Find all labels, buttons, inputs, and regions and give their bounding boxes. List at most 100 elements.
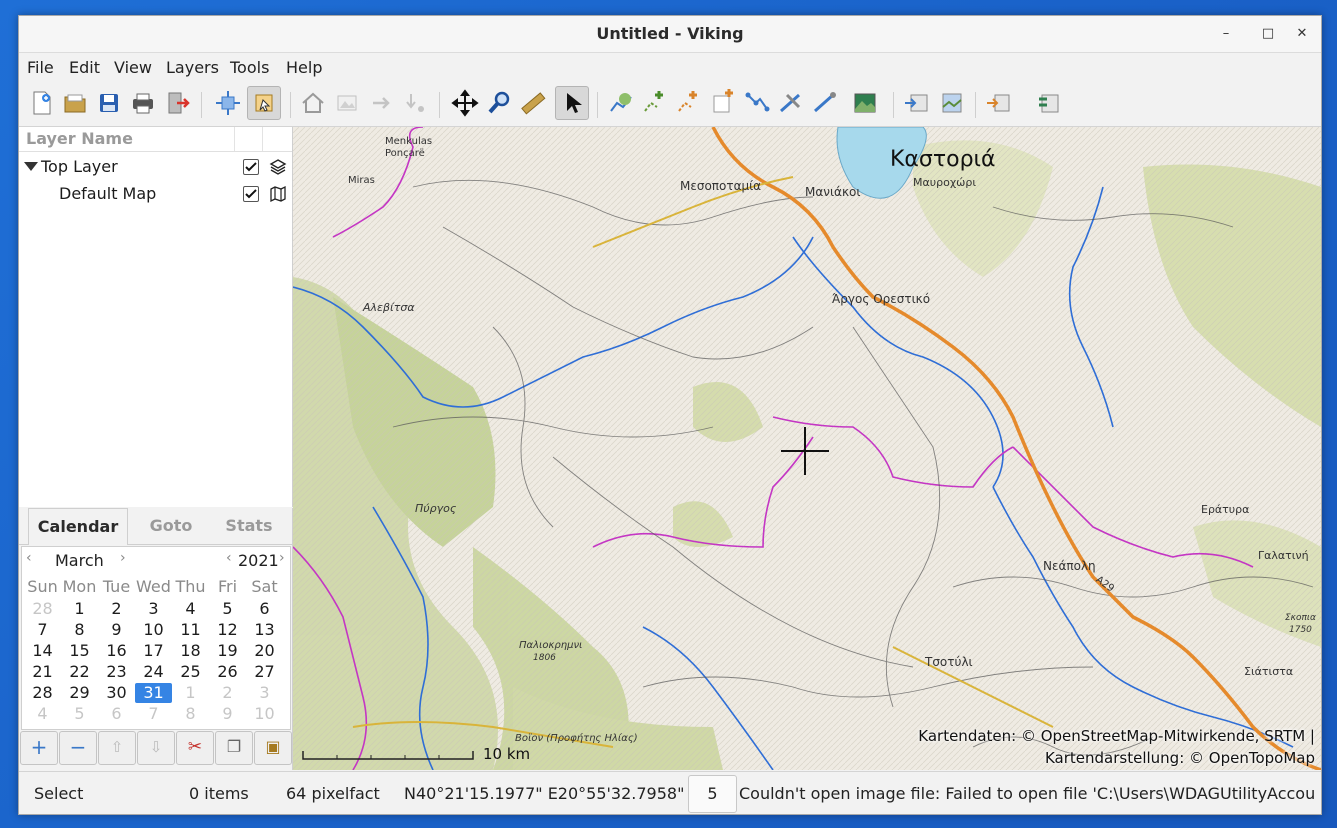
print-icon[interactable] — [127, 87, 159, 119]
calendar-day[interactable]: 8 — [61, 620, 98, 640]
calendar-day[interactable]: 14 — [24, 641, 61, 661]
calendar-day[interactable]: 10 — [246, 704, 283, 724]
create-waypoint-icon[interactable] — [673, 87, 705, 119]
terrain-icon[interactable] — [331, 87, 363, 119]
calendar-day[interactable]: 3 — [246, 683, 283, 703]
prev-year-icon[interactable]: ‹ — [226, 550, 232, 566]
layers-header[interactable]: Layer Name — [19, 127, 292, 152]
calendar-day[interactable]: 24 — [135, 662, 172, 682]
minimize-button[interactable]: – — [1214, 22, 1238, 46]
tab-calendar[interactable]: Calendar — [28, 508, 128, 545]
pan-to-center-icon[interactable] — [212, 87, 244, 119]
calendar-day[interactable]: 15 — [61, 641, 98, 661]
calendar-day[interactable]: 3 — [135, 599, 172, 619]
forward-icon[interactable] — [365, 87, 397, 119]
zoom-tool-icon[interactable] — [483, 87, 515, 119]
calendar-day[interactable]: 23 — [98, 662, 135, 682]
calendar-widget[interactable]: ‹ March › ‹ 2021 › Sun Mon Tue Wed Thu Fri Sat… — [21, 546, 291, 730]
menu-file[interactable]: File — [27, 58, 54, 77]
map-tiles-icon[interactable] — [935, 87, 967, 119]
select-layer-tool-icon[interactable] — [247, 86, 281, 120]
calendar-day[interactable]: 31 — [135, 683, 172, 703]
calendar-day[interactable]: 28 — [24, 683, 61, 703]
calendar-day[interactable]: 1 — [172, 683, 209, 703]
calendar-day[interactable]: 2 — [98, 599, 135, 619]
remove-button[interactable]: − — [59, 731, 97, 765]
map-canvas[interactable] — [293, 127, 1321, 770]
create-route-icon[interactable] — [639, 87, 671, 119]
edit-waypoint-icon[interactable] — [741, 87, 773, 119]
calendar-day[interactable]: 5 — [61, 704, 98, 724]
calendar-day[interactable]: 8 — [172, 704, 209, 724]
move-down-icon[interactable]: ⇩ — [137, 731, 175, 765]
new-file-icon[interactable] — [25, 87, 57, 119]
calendar-day[interactable]: 9 — [209, 704, 246, 724]
save-icon[interactable] — [93, 87, 125, 119]
edit-trackpoint-icon[interactable] — [707, 87, 739, 119]
select-tool-icon[interactable] — [555, 86, 589, 120]
menu-layers[interactable]: Layers — [166, 58, 219, 77]
layer-visible-checkbox[interactable] — [243, 159, 259, 175]
calendar-day[interactable]: 27 — [246, 662, 283, 682]
next-year-icon[interactable]: › — [279, 550, 285, 566]
copy-icon[interactable]: ❐ — [215, 731, 253, 765]
paste-icon[interactable]: ▣ — [254, 731, 292, 765]
calendar-day[interactable]: 17 — [135, 641, 172, 661]
tab-goto[interactable]: Goto — [129, 508, 213, 544]
download-maps-icon[interactable] — [901, 87, 933, 119]
create-track-icon[interactable] — [605, 87, 637, 119]
calendar-day[interactable]: 16 — [98, 641, 135, 661]
add-button[interactable]: + — [20, 731, 58, 765]
maximize-button[interactable]: □ — [1256, 22, 1280, 46]
splitter-icon[interactable] — [775, 87, 807, 119]
calendar-day[interactable]: 5 — [209, 599, 246, 619]
calendar-day[interactable]: 21 — [24, 662, 61, 682]
layer-row-top-layer[interactable]: Top Layer — [19, 153, 292, 180]
layer-properties-icon[interactable] — [1033, 87, 1065, 119]
calendar-day[interactable]: 2 — [209, 683, 246, 703]
calendar-day[interactable]: 29 — [61, 683, 98, 703]
cut-icon[interactable]: ✂ — [176, 731, 214, 765]
calendar-day[interactable]: 7 — [135, 704, 172, 724]
calendar-day[interactable]: 22 — [61, 662, 98, 682]
pan-tool-icon[interactable] — [449, 87, 481, 119]
calendar-day[interactable]: 25 — [172, 662, 209, 682]
home-icon[interactable] — [297, 87, 329, 119]
calendar-day[interactable]: 11 — [172, 620, 209, 640]
route-down-icon[interactable] — [399, 87, 431, 119]
extend-route-icon[interactable] — [809, 87, 841, 119]
close-button[interactable]: ✕ — [1290, 22, 1314, 46]
calendar-day[interactable]: 4 — [24, 704, 61, 724]
layer-visible-checkbox[interactable] — [243, 186, 259, 202]
calendar-day[interactable]: 26 — [209, 662, 246, 682]
prev-month-icon[interactable]: ‹ — [26, 550, 32, 566]
calendar-day[interactable]: 6 — [98, 704, 135, 724]
calendar-day[interactable]: 4 — [172, 599, 209, 619]
menu-view[interactable]: View — [114, 58, 152, 77]
calendar-day[interactable]: 28 — [24, 599, 61, 619]
move-up-icon[interactable]: ⇧ — [98, 731, 136, 765]
menu-edit[interactable]: Edit — [69, 58, 100, 77]
next-month-icon[interactable]: › — [120, 550, 126, 566]
layer-row-default-map[interactable]: Default Map — [19, 180, 292, 207]
calendar-day[interactable]: 9 — [98, 620, 135, 640]
calendar-day[interactable]: 7 — [24, 620, 61, 640]
expander-down-icon[interactable] — [24, 162, 38, 172]
calendar-day[interactable]: 13 — [246, 620, 283, 640]
calendar-day[interactable]: 30 — [98, 683, 135, 703]
exit-icon[interactable] — [161, 87, 193, 119]
titlebar[interactable]: Untitled - Viking – □ ✕ — [19, 16, 1321, 53]
calendar-day[interactable]: 20 — [246, 641, 283, 661]
menu-help[interactable]: Help — [286, 58, 322, 77]
open-folder-icon[interactable] — [59, 87, 91, 119]
dem-download-icon[interactable] — [983, 87, 1015, 119]
map-view[interactable]: Καστοριά Μαυροχώρι Μεσοποταμία Μανιάκοι … — [293, 127, 1321, 770]
zoom-spinner[interactable]: 5 — [688, 775, 737, 813]
georef-image-icon[interactable] — [849, 87, 881, 119]
calendar-day[interactable]: 6 — [246, 599, 283, 619]
calendar-day[interactable]: 12 — [209, 620, 246, 640]
calendar-day[interactable]: 18 — [172, 641, 209, 661]
calendar-day[interactable]: 19 — [209, 641, 246, 661]
calendar-day[interactable]: 1 — [61, 599, 98, 619]
ruler-tool-icon[interactable] — [517, 87, 549, 119]
